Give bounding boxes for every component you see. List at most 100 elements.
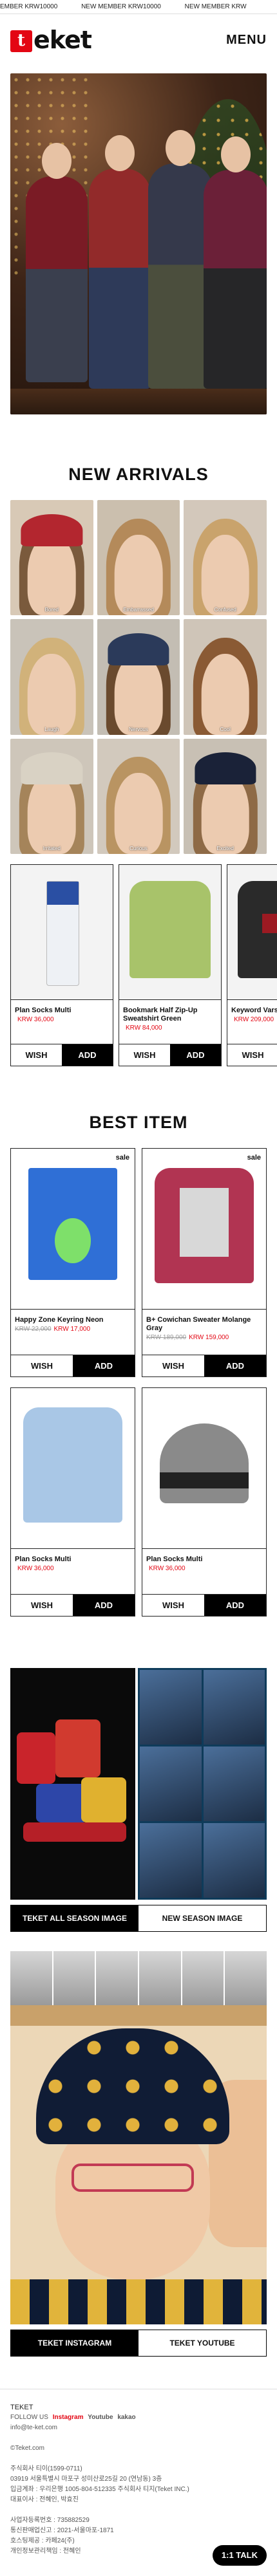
model-figure (81, 1777, 126, 1822)
product-image[interactable] (11, 1388, 135, 1549)
face-shape (28, 654, 76, 735)
mood-label: Curious (129, 846, 148, 851)
arrival-tile[interactable]: Cool (184, 619, 267, 735)
product-image[interactable] (119, 865, 221, 1000)
product-image[interactable]: sale (142, 1149, 266, 1310)
follow-label: FOLLOW US (10, 2414, 48, 2421)
glasses (72, 2164, 194, 2192)
product-card[interactable]: sale Happy Zone Keyring Neon KRW 22,000 KRW… (10, 1148, 135, 1377)
arrival-tile[interactable]: Laugh (10, 619, 93, 735)
product-card[interactable]: Bookmark Half Zip-Up Sweatshirt Green KRW… (119, 864, 222, 1066)
face-shape (28, 534, 76, 616)
tab-teket-instagram[interactable]: TEKET INSTAGRAM (11, 2330, 138, 2356)
model-figure (148, 130, 213, 389)
youtube-link[interactable]: Youtube (88, 2414, 113, 2421)
footer-email[interactable]: info@te-ket.com (10, 2423, 267, 2433)
mood-label: Confused (214, 607, 236, 613)
hero-image[interactable] (10, 73, 267, 414)
season-tabs: TEKET ALL SEASON IMAGE NEW SEASON IMAGE (10, 1905, 267, 1932)
add-button[interactable]: ADD (204, 1595, 266, 1616)
hat-shape (21, 752, 82, 785)
wish-button[interactable]: WISH (142, 1355, 204, 1376)
model-figure (36, 1784, 88, 1822)
arrival-tile[interactable]: Bored (10, 500, 93, 616)
talk-button[interactable]: 1:1 TALK (212, 2545, 267, 2566)
jacket-shape (23, 1407, 122, 1523)
product-actions: WISHADD (11, 1355, 135, 1376)
product-actions: WISHADD (11, 1044, 113, 1066)
arrival-tile[interactable]: Nervous (97, 619, 180, 735)
sale-price: KRW 159,000 (189, 1334, 229, 1341)
jacket-shape (237, 881, 277, 978)
wish-button[interactable]: WISH (11, 1044, 62, 1066)
product-name[interactable]: Bookmark Half Zip-Up Sweatshirt Green (123, 1006, 217, 1023)
product-card[interactable]: Keyword Varsity JacketKRW 209,000WISHADD (227, 864, 277, 1066)
product-name[interactable]: Plan Socks Multi (15, 1006, 109, 1015)
add-button[interactable]: ADD (73, 1355, 135, 1376)
site-header: t eket MENU (0, 14, 277, 66)
site-footer: TEKET FOLLOW US Instagram Youtube kakao … (0, 2389, 277, 2576)
product-name[interactable]: Happy Zone Keyring Neon (15, 1316, 131, 1324)
company-info-line: 03919 서울특별시 마포구 성미산로25길 20 (연남동) 3층 (10, 2476, 162, 2483)
beanie-shape (159, 1423, 249, 1504)
product-image[interactable]: sale (11, 1149, 135, 1310)
arrival-tile[interactable]: Irritated (10, 738, 93, 854)
star-beanie (36, 2028, 229, 2144)
model-figure (55, 1719, 100, 1777)
wish-button[interactable]: WISH (119, 1044, 170, 1066)
menu-button[interactable]: MENU (226, 33, 267, 48)
face-shape (201, 773, 249, 854)
add-button[interactable]: ADD (204, 1355, 266, 1376)
product-name[interactable]: Keyword Varsity Jacket (231, 1006, 277, 1015)
instagram-link[interactable]: Instagram (53, 2414, 84, 2421)
arrival-tile[interactable]: Curious (97, 738, 180, 854)
tab-teket-youtube[interactable]: TEKET YOUTUBE (138, 2330, 266, 2356)
model-figure (26, 143, 88, 382)
announcement-text: NEW MEMBER KRW10000 (81, 3, 161, 10)
tab-all-season-image[interactable]: TEKET ALL SEASON IMAGE (11, 1905, 138, 1931)
company-info-line: 사업자등록번호 : 735882529 (10, 2517, 90, 2524)
product-name[interactable]: Plan Socks Multi (15, 1555, 131, 1564)
product-card[interactable]: sale B+ Cowichan Sweater Molange Gray KRW … (142, 1148, 267, 1377)
product-card[interactable]: Plan Socks Multi KRW 36,000 WISH ADD (10, 1387, 135, 1617)
add-button[interactable]: ADD (73, 1595, 135, 1616)
season-image-banner[interactable] (10, 1668, 267, 1900)
product-card[interactable]: Plan Socks Multi KRW 36,000 WISH ADD (142, 1387, 267, 1617)
product-image[interactable] (11, 865, 113, 1000)
mood-label: Nervous (129, 726, 148, 732)
add-button[interactable]: ADD (62, 1044, 113, 1066)
product-actions: WISHADD (119, 1044, 221, 1066)
kakao-link[interactable]: kakao (117, 2414, 135, 2421)
mood-label: Excited (216, 846, 234, 851)
product-card[interactable]: Plan Socks Multi KRW 36,000 WISH ADD (10, 864, 113, 1066)
product-name[interactable]: B+ Cowichan Sweater Molange Gray (146, 1316, 262, 1333)
product-image[interactable] (142, 1388, 266, 1549)
teket-logo[interactable]: t eket (10, 26, 92, 54)
logo-text: eket (33, 26, 92, 54)
wish-button[interactable]: WISH (227, 1044, 277, 1066)
product-info: Plan Socks Multi KRW 36,000 (142, 1549, 266, 1594)
best-item-grid: sale Happy Zone Keyring Neon KRW 22,000 KRW… (10, 1148, 267, 1617)
arrival-tile[interactable]: Embarrassed (97, 500, 180, 616)
instagram-feed-image[interactable] (10, 1951, 267, 2324)
hat-shape (108, 633, 169, 666)
new-arrivals-product-slider[interactable]: Plan Socks Multi KRW 36,000 WISH ADD Bookmar… (10, 864, 277, 1066)
product-price: KRW 84,000 (123, 1024, 217, 1032)
sale-price: KRW 209,000 (234, 1016, 274, 1023)
announcement-text: NEW MEMBER KRW (184, 3, 247, 10)
wish-button[interactable]: WISH (142, 1595, 204, 1616)
tab-new-season-image[interactable]: NEW SEASON IMAGE (138, 1905, 266, 1931)
sale-badge: sale (115, 1154, 129, 1162)
sale-badge: sale (247, 1154, 261, 1162)
product-image[interactable] (227, 865, 277, 1000)
company-info-line: 주식회사 티이(1599-0711) (10, 2465, 82, 2472)
wish-button[interactable]: WISH (11, 1595, 73, 1616)
product-name[interactable]: Plan Socks Multi (146, 1555, 262, 1564)
face-shape (201, 534, 249, 616)
add-button[interactable]: ADD (170, 1044, 221, 1066)
arrival-tile[interactable]: Excited (184, 738, 267, 854)
social-tabs: TEKET INSTAGRAM TEKET YOUTUBE (10, 2330, 267, 2357)
arrival-tile[interactable]: Confused (184, 500, 267, 616)
sale-price: KRW 36,000 (17, 1016, 54, 1023)
wish-button[interactable]: WISH (11, 1355, 73, 1376)
